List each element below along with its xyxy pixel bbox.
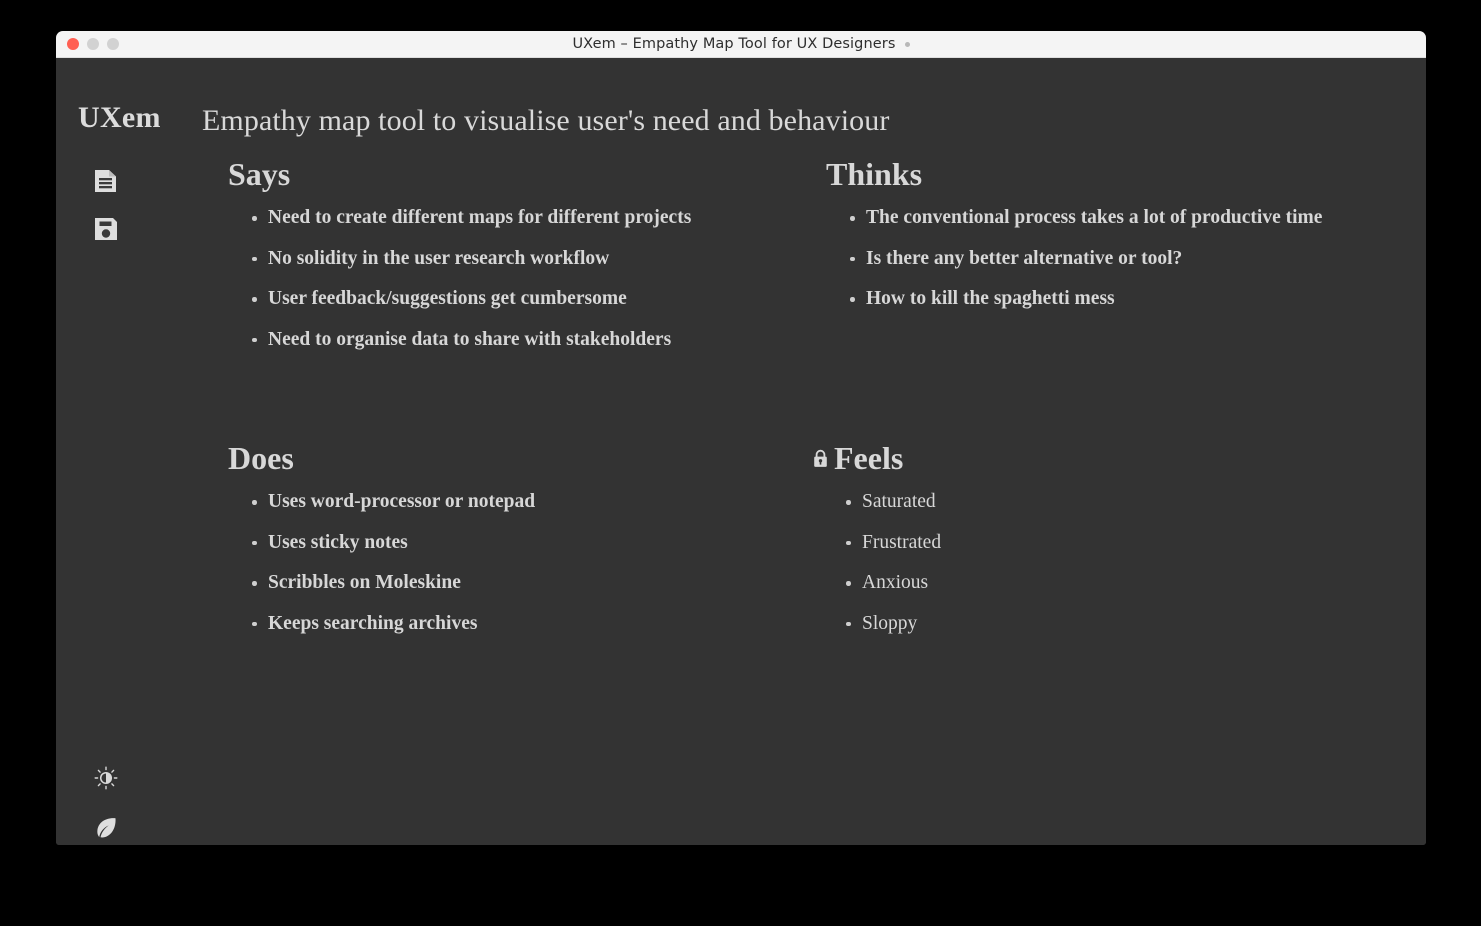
quadrant-thinks-title: Thinks	[826, 156, 923, 192]
list-item[interactable]: The conventional process takes a lot of …	[850, 208, 1426, 228]
quadrant-feels-heading: Feels	[812, 442, 1412, 474]
quadrant-thinks[interactable]: Thinks The conventional process takes a …	[826, 158, 1426, 330]
app-logo: UXem	[78, 101, 161, 134]
quadrant-thinks-heading: Thinks	[826, 158, 1426, 190]
list-item[interactable]: Uses sticky notes	[252, 532, 828, 553]
unsaved-changes-dot	[904, 41, 910, 47]
list-item[interactable]: How to kill the spaghetti mess	[850, 289, 1426, 309]
list-item[interactable]: Keeps searching archives	[252, 613, 828, 634]
list-item[interactable]: Anxious	[846, 573, 1412, 593]
quadrant-says-heading: Says	[228, 158, 828, 190]
quadrant-says-title: Says	[228, 156, 291, 192]
list-item[interactable]: Is there any better alternative or tool?	[850, 248, 1426, 269]
brightness-icon[interactable]	[89, 761, 123, 795]
list-item[interactable]: Need to organise data to share with stak…	[252, 329, 828, 350]
quadrant-does-title: Does	[228, 440, 294, 476]
save-map-icon[interactable]	[89, 212, 123, 246]
window-title-area: UXem – Empathy Map Tool for UX Designers	[56, 36, 1426, 52]
list-item[interactable]: Saturated	[846, 492, 1412, 512]
maximize-button[interactable]	[107, 38, 119, 50]
minimize-button[interactable]	[87, 38, 99, 50]
quadrant-does-heading: Does	[228, 442, 828, 474]
leaf-icon[interactable]	[89, 810, 123, 844]
close-button[interactable]	[67, 38, 79, 50]
sidebar: UXem	[56, 58, 202, 845]
lock-icon[interactable]	[812, 447, 829, 469]
page-title: Empathy map tool to visualise user's nee…	[202, 104, 890, 137]
list-item[interactable]: User feedback/suggestions get cumbersome	[252, 289, 828, 309]
quadrant-does-list: Uses word-processor or notepad Uses stic…	[228, 492, 828, 633]
empathy-map-quadrants: Says Need to create different maps for d…	[202, 158, 1426, 845]
quadrant-says-list: Need to create different maps for differ…	[228, 208, 828, 349]
list-item[interactable]: Frustrated	[846, 532, 1412, 553]
map-canvas: Empathy map tool to visualise user's nee…	[202, 58, 1426, 845]
quadrant-feels[interactable]: Feels Saturated Frustrated Anxious Slopp…	[812, 442, 1412, 654]
window-title: UXem – Empathy Map Tool for UX Designers	[572, 36, 896, 52]
window-body: UXem Empathy map tool to visualise user'…	[56, 58, 1426, 845]
app-window: UXem – Empathy Map Tool for UX Designers…	[56, 31, 1426, 845]
window-controls	[67, 31, 119, 57]
list-item[interactable]: Scribbles on Moleskine	[252, 573, 828, 593]
window-titlebar: UXem – Empathy Map Tool for UX Designers	[56, 31, 1426, 58]
list-item[interactable]: Sloppy	[846, 613, 1412, 634]
quadrant-thinks-list: The conventional process takes a lot of …	[826, 208, 1426, 309]
quadrant-feels-title: Feels	[834, 440, 904, 476]
quadrant-does[interactable]: Does Uses word-processor or notepad Uses…	[228, 442, 828, 654]
quadrant-says[interactable]: Says Need to create different maps for d…	[228, 158, 828, 370]
quadrant-feels-list: Saturated Frustrated Anxious Sloppy	[812, 492, 1412, 633]
list-item[interactable]: Uses word-processor or notepad	[252, 492, 828, 512]
list-item[interactable]: No solidity in the user research workflo…	[252, 248, 828, 269]
list-item[interactable]: Need to create different maps for differ…	[252, 208, 828, 228]
new-map-icon[interactable]	[89, 164, 123, 198]
